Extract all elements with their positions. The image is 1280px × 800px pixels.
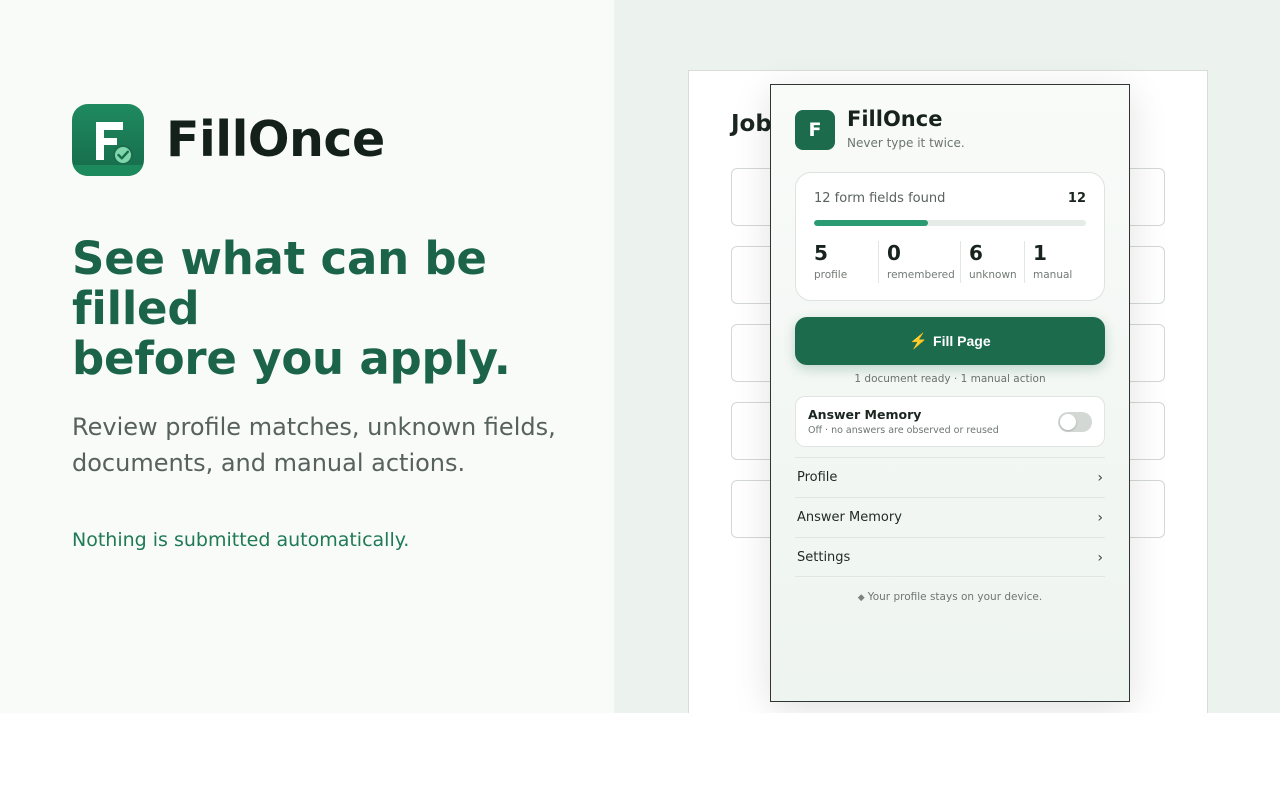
- fields-summary-card: 12 form fields found 12 5 profile 0 reme…: [795, 172, 1105, 301]
- headline-line: filled: [72, 282, 200, 335]
- stat-label: unknown: [969, 269, 1017, 281]
- extension-popup: F FillOnce Never type it twice. 12 form …: [770, 84, 1130, 702]
- nav-divider: [795, 576, 1105, 577]
- stat-value: 1: [1033, 241, 1047, 265]
- chevron-right-icon: ›: [1097, 469, 1103, 486]
- fields-found-label: 12 form fields found: [814, 191, 946, 206]
- popup-title: FillOnce: [847, 107, 943, 131]
- stat-profile: 5 profile: [814, 241, 878, 283]
- stat-value: 5: [814, 241, 828, 265]
- headline-line: before you apply.: [72, 332, 511, 385]
- hero-note: Nothing is submitted automatically.: [72, 529, 410, 551]
- brand-logo: [72, 104, 144, 176]
- answer-memory-title: Answer Memory: [808, 407, 922, 422]
- stat-value: 0: [887, 241, 901, 265]
- popup-tagline: Never type it twice.: [847, 136, 965, 150]
- nav-item-label: Settings: [797, 550, 851, 565]
- fields-found-count: 12: [1067, 191, 1086, 206]
- answer-memory-toggle[interactable]: [1058, 412, 1092, 432]
- privacy-text: Your profile stays on your device.: [867, 591, 1043, 603]
- stat-remembered: 0 remembered: [878, 241, 960, 283]
- lightning-icon: ⚡: [909, 333, 929, 350]
- fill-page-button[interactable]: ⚡ Fill Page: [795, 317, 1105, 365]
- popup-logo: F: [795, 110, 835, 150]
- answer-memory-card: Answer Memory Off · no answers are obser…: [795, 396, 1105, 447]
- fields-progress-fill: [814, 220, 929, 226]
- privacy-note: ◆ Your profile stays on your device.: [771, 591, 1129, 603]
- preview-panel: Job F FillOnce Never type it twice. 12 f…: [614, 0, 1280, 713]
- stat-label: profile: [814, 269, 848, 281]
- stat-manual: 1 manual: [1024, 241, 1083, 283]
- fields-progress-bar: [814, 220, 1086, 226]
- stage: FillOnce See what can be filled before y…: [0, 0, 1280, 713]
- job-page-title: Job: [731, 111, 772, 137]
- ready-status: 1 document ready · 1 manual action: [854, 373, 1046, 385]
- stat-label: manual: [1033, 269, 1073, 281]
- chevron-right-icon: ›: [1097, 509, 1103, 526]
- nav-item-settings[interactable]: Settings ›: [795, 537, 1105, 577]
- answer-memory-subtitle: Off · no answers are observed or reused: [808, 425, 999, 436]
- nav-item-label: Answer Memory: [797, 510, 902, 525]
- toggle-knob: [1060, 414, 1076, 430]
- stat-label: remembered: [887, 269, 955, 281]
- fill-page-label: Fill Page: [933, 333, 991, 349]
- diamond-icon: ◆: [857, 593, 865, 603]
- chevron-right-icon: ›: [1097, 549, 1103, 566]
- logo-f-check-icon: [96, 122, 133, 165]
- stat-value: 6: [969, 241, 983, 265]
- hero-subtext: Review profile matches, unknown fields, …: [72, 413, 556, 477]
- nav-item-profile[interactable]: Profile ›: [795, 457, 1105, 497]
- hero-panel: FillOnce See what can be filled before y…: [0, 0, 614, 713]
- brand-name: FillOnce: [166, 111, 385, 168]
- nav-item-label: Profile: [797, 470, 838, 485]
- hero-headline: See what can be filled before you apply.: [72, 234, 542, 384]
- stat-unknown: 6 unknown: [960, 241, 1024, 283]
- nav-item-answer-memory[interactable]: Answer Memory ›: [795, 497, 1105, 537]
- stats-row: 5 profile 0 remembered 6 unknown 1 manua…: [814, 241, 1086, 283]
- headline-line: See what can be: [72, 232, 487, 285]
